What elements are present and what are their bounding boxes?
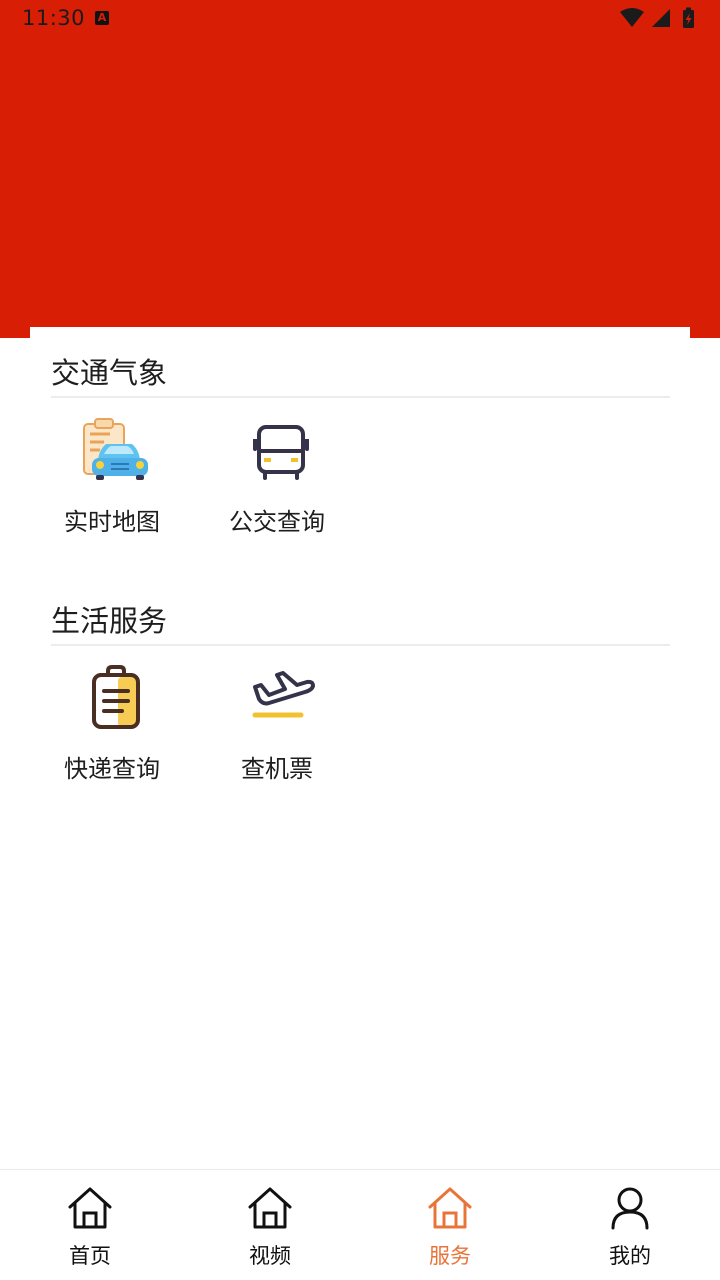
nav-label: 服务 [429, 1244, 471, 1268]
section-divider [51, 396, 670, 398]
section-title-traffic: 交通气象 [51, 356, 168, 390]
home-icon [68, 1187, 112, 1229]
home-icon [428, 1187, 472, 1229]
service-label: 实时地图 [64, 508, 160, 536]
header-background [0, 0, 720, 338]
service-flight-query[interactable]: 查机票 [202, 665, 352, 785]
service-label: 公交查询 [229, 508, 325, 536]
nav-label: 视频 [249, 1244, 291, 1268]
service-realtime-map[interactable]: 实时地图 [37, 418, 187, 538]
car-clipboard-icon [83, 418, 148, 480]
nav-video[interactable]: 视频 [180, 1170, 360, 1280]
status-time: 11:30 [22, 6, 86, 30]
battery-charging-icon [683, 7, 694, 28]
clipboard-icon [92, 665, 140, 729]
user-icon [611, 1187, 649, 1230]
signal-icon [652, 9, 670, 27]
service-bus-query[interactable]: 公交查询 [202, 418, 352, 538]
nav-service[interactable]: 服务 [360, 1170, 540, 1280]
status-bar: 11:30 A [0, 0, 720, 38]
service-express-query[interactable]: 快递查询 [37, 665, 187, 785]
wifi-icon [620, 8, 644, 27]
service-label: 快递查询 [64, 755, 160, 783]
airplane-icon [252, 671, 315, 718]
bottom-navigation: 首页 视频 服务 我的 [0, 1169, 720, 1280]
nav-label: 首页 [69, 1244, 111, 1268]
nav-label: 我的 [609, 1244, 651, 1268]
service-label: 查机票 [241, 755, 313, 783]
bus-icon [253, 425, 309, 480]
section-divider [51, 644, 670, 646]
section-title-life: 生活服务 [51, 604, 168, 638]
home-icon [248, 1187, 292, 1229]
nav-home[interactable]: 首页 [0, 1170, 180, 1280]
nav-mine[interactable]: 我的 [540, 1170, 720, 1280]
a-icon: A [95, 11, 109, 25]
status-icons [620, 7, 694, 28]
